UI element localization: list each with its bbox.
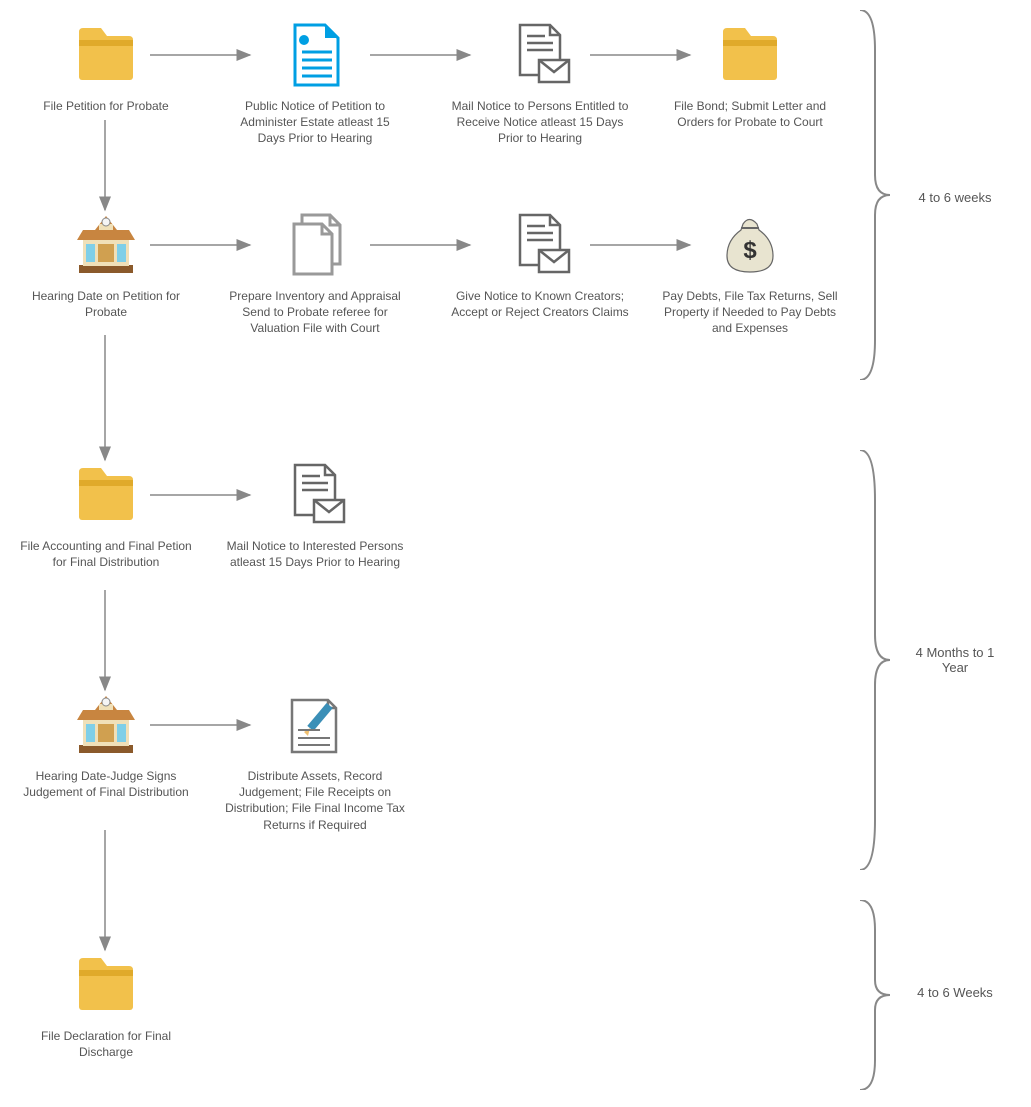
brace-2 (855, 450, 895, 870)
time-label-2: 4 Months to 1 Year (910, 645, 1000, 675)
time-label-3: 4 to 6 Weeks (910, 985, 1000, 1000)
brace-1 (855, 10, 895, 380)
time-label-1: 4 to 6 weeks (910, 190, 1000, 205)
brace-3 (855, 900, 895, 1090)
